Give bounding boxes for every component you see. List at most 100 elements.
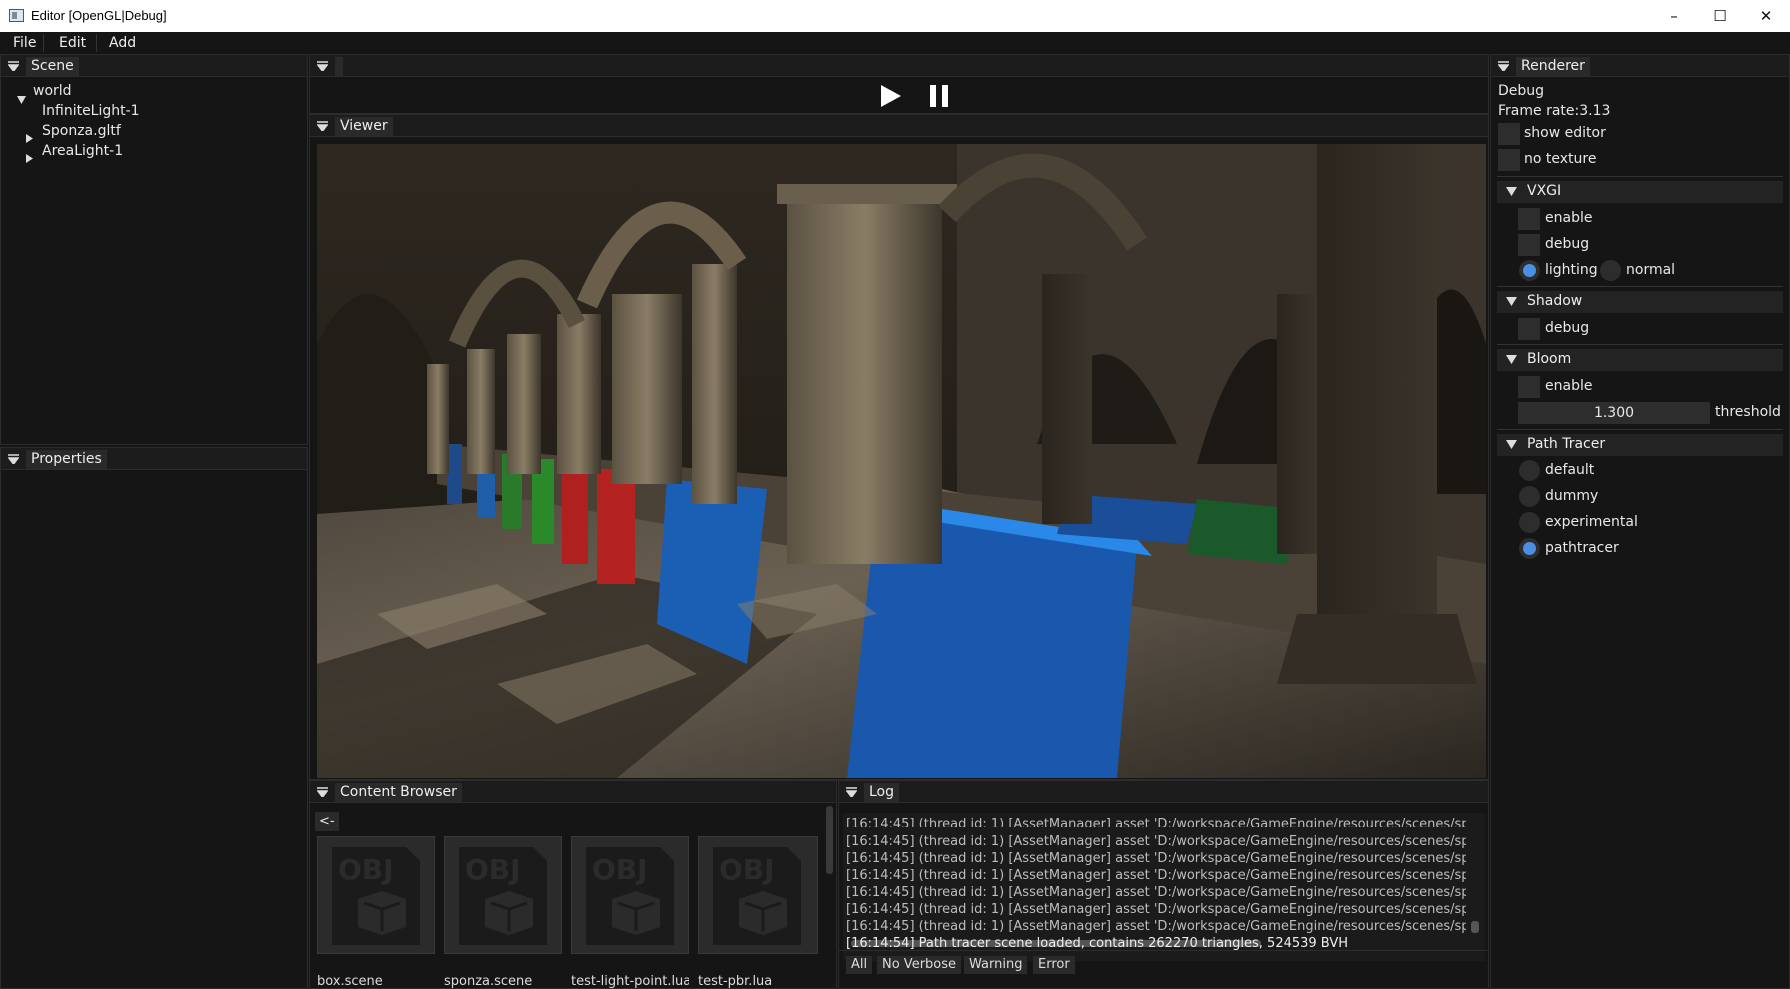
render-mode-label: Debug <box>1498 83 1545 99</box>
collapse-triangle-icon[interactable] <box>317 121 328 131</box>
collapse-triangle-icon[interactable] <box>1506 440 1517 449</box>
bloom-section-header[interactable]: Bloom <box>1497 349 1783 371</box>
asset-name: test-pbr.lua <box>698 974 773 989</box>
scene-panel: Scene world InfiniteLight-1 Sponza.gltf … <box>0 54 308 445</box>
path-tracer-default-radio[interactable] <box>1519 460 1540 481</box>
obj-file-icon: OBJ <box>459 847 547 945</box>
scene-panel-header: Scene <box>1 55 307 77</box>
tree-collapsed-icon[interactable] <box>26 128 34 143</box>
menu-edit[interactable]: Edit <box>44 34 97 52</box>
collapse-triangle-icon[interactable] <box>317 787 328 797</box>
menu-bar: File Edit Add <box>0 32 1790 54</box>
vxgi-lighting-label: lighting <box>1545 262 1598 278</box>
tree-expanded-icon[interactable] <box>17 89 26 104</box>
divider <box>838 950 1489 951</box>
collapse-triangle-icon[interactable] <box>1498 61 1509 71</box>
close-button[interactable]: ✕ <box>1743 0 1789 32</box>
asset-name: sponza.scene <box>444 974 533 989</box>
collapse-triangle-icon[interactable] <box>8 454 19 464</box>
tree-item-sponza[interactable]: Sponza.gltf <box>42 123 121 139</box>
log-line: [16:14:45] (thread id: 1) [AssetManager]… <box>846 885 1466 900</box>
log-line: [16:14:45] (thread id: 1) [AssetManager]… <box>846 851 1466 866</box>
properties-tab[interactable]: Properties <box>26 450 107 469</box>
vxgi-lighting-radio[interactable] <box>1519 260 1540 281</box>
tree-item-arealight[interactable]: AreaLight-1 <box>42 143 123 159</box>
minimize-button[interactable]: – <box>1651 0 1697 32</box>
path-tracer-pathtracer-label: pathtracer <box>1545 540 1619 556</box>
no-texture-label: no texture <box>1524 151 1597 167</box>
properties-panel-header: Properties <box>1 448 307 470</box>
obj-file-icon: OBJ <box>586 847 674 945</box>
collapse-triangle-icon[interactable] <box>1506 355 1517 364</box>
bloom-threshold-input[interactable]: 1.300 <box>1518 402 1710 424</box>
shadow-debug-checkbox[interactable] <box>1518 318 1540 340</box>
asset-tile[interactable]: OBJ <box>571 836 689 954</box>
path-tracer-section-header[interactable]: Path Tracer <box>1497 434 1783 456</box>
path-tracer-dummy-radio[interactable] <box>1519 486 1540 507</box>
menu-add[interactable]: Add <box>97 34 147 52</box>
bloom-enable-checkbox[interactable] <box>1518 376 1540 398</box>
playback-panel <box>309 54 1489 114</box>
show-editor-checkbox[interactable] <box>1498 123 1520 145</box>
vxgi-enable-label: enable <box>1545 210 1593 226</box>
tree-item-infinitelight[interactable]: InfiniteLight-1 <box>42 103 140 119</box>
tree-item-world[interactable]: world <box>33 83 72 99</box>
renderer-tab[interactable]: Renderer <box>1516 57 1590 76</box>
log-filter-all[interactable]: All <box>846 956 873 974</box>
divider <box>1497 176 1783 177</box>
collapse-triangle-icon[interactable] <box>1506 297 1517 306</box>
bloom-enable-label: enable <box>1545 378 1593 394</box>
collapse-triangle-icon[interactable] <box>1506 187 1517 196</box>
asset-tile[interactable]: OBJ <box>444 836 562 954</box>
log-line: [16:14:45] (thread id: 1) [AssetManager]… <box>846 902 1466 917</box>
path-tracer-pathtracer-radio[interactable] <box>1519 538 1540 559</box>
vxgi-normal-radio[interactable] <box>1600 260 1621 281</box>
app-icon <box>9 9 24 22</box>
log-filter-error[interactable]: Error <box>1033 956 1075 974</box>
menu-file[interactable]: File <box>0 34 44 52</box>
render-viewport[interactable] <box>317 144 1486 778</box>
log-line: [16:14:45] (thread id: 1) [AssetManager]… <box>846 919 1466 934</box>
bloom-section-title: Bloom <box>1527 351 1572 367</box>
vxgi-normal-label: normal <box>1626 262 1676 278</box>
content-browser-tab[interactable]: Content Browser <box>335 783 462 802</box>
obj-file-icon: OBJ <box>713 847 801 945</box>
vxgi-debug-checkbox[interactable] <box>1518 234 1540 256</box>
vxgi-section-header[interactable]: VXGI <box>1497 181 1783 203</box>
collapse-triangle-icon[interactable] <box>8 61 19 71</box>
log-filter-warning[interactable]: Warning <box>964 956 1028 974</box>
scene-tab[interactable]: Scene <box>26 57 79 76</box>
log-tab[interactable]: Log <box>864 783 900 802</box>
back-button[interactable]: <- <box>315 812 339 831</box>
divider <box>1497 344 1783 345</box>
maximize-button[interactable]: ☐ <box>1697 0 1743 32</box>
shadow-debug-label: debug <box>1545 320 1590 336</box>
empty-tab[interactable] <box>335 57 343 76</box>
vxgi-enable-checkbox[interactable] <box>1518 208 1540 230</box>
tree-collapsed-icon[interactable] <box>26 148 34 163</box>
log-line: [16:14:45] (thread id: 1) [AssetManager]… <box>846 834 1466 849</box>
path-tracer-section-title: Path Tracer <box>1527 436 1606 452</box>
collapse-triangle-icon[interactable] <box>317 61 328 71</box>
viewer-tab[interactable]: Viewer <box>335 117 393 136</box>
log-vertical-scrollbar[interactable] <box>1471 921 1479 933</box>
no-texture-checkbox[interactable] <box>1498 149 1520 171</box>
asset-name: test-light-point.lua <box>571 974 689 989</box>
asset-tile[interactable]: OBJ <box>317 836 435 954</box>
path-tracer-experimental-radio[interactable] <box>1519 512 1540 533</box>
log-filter-no-verbose[interactable]: No Verbose <box>877 956 962 974</box>
asset-name: box.scene <box>317 974 383 989</box>
collapse-triangle-icon[interactable] <box>846 787 857 797</box>
shadow-section-header[interactable]: Shadow <box>1497 291 1783 313</box>
vxgi-section-title: VXGI <box>1527 183 1562 199</box>
obj-badge-text: OBJ <box>338 853 394 886</box>
log-line: [16:14:45] (thread id: 1) [AssetManager]… <box>846 817 1466 827</box>
content-browser-scrollbar[interactable] <box>826 806 833 874</box>
divider <box>1497 429 1783 430</box>
play-icon[interactable] <box>881 85 901 111</box>
obj-badge-text: OBJ <box>465 853 521 886</box>
asset-tile[interactable]: OBJ <box>698 836 818 954</box>
show-editor-label: show editor <box>1524 125 1606 141</box>
pause-icon[interactable] <box>930 85 948 111</box>
rendered-scene-image <box>317 144 1486 778</box>
